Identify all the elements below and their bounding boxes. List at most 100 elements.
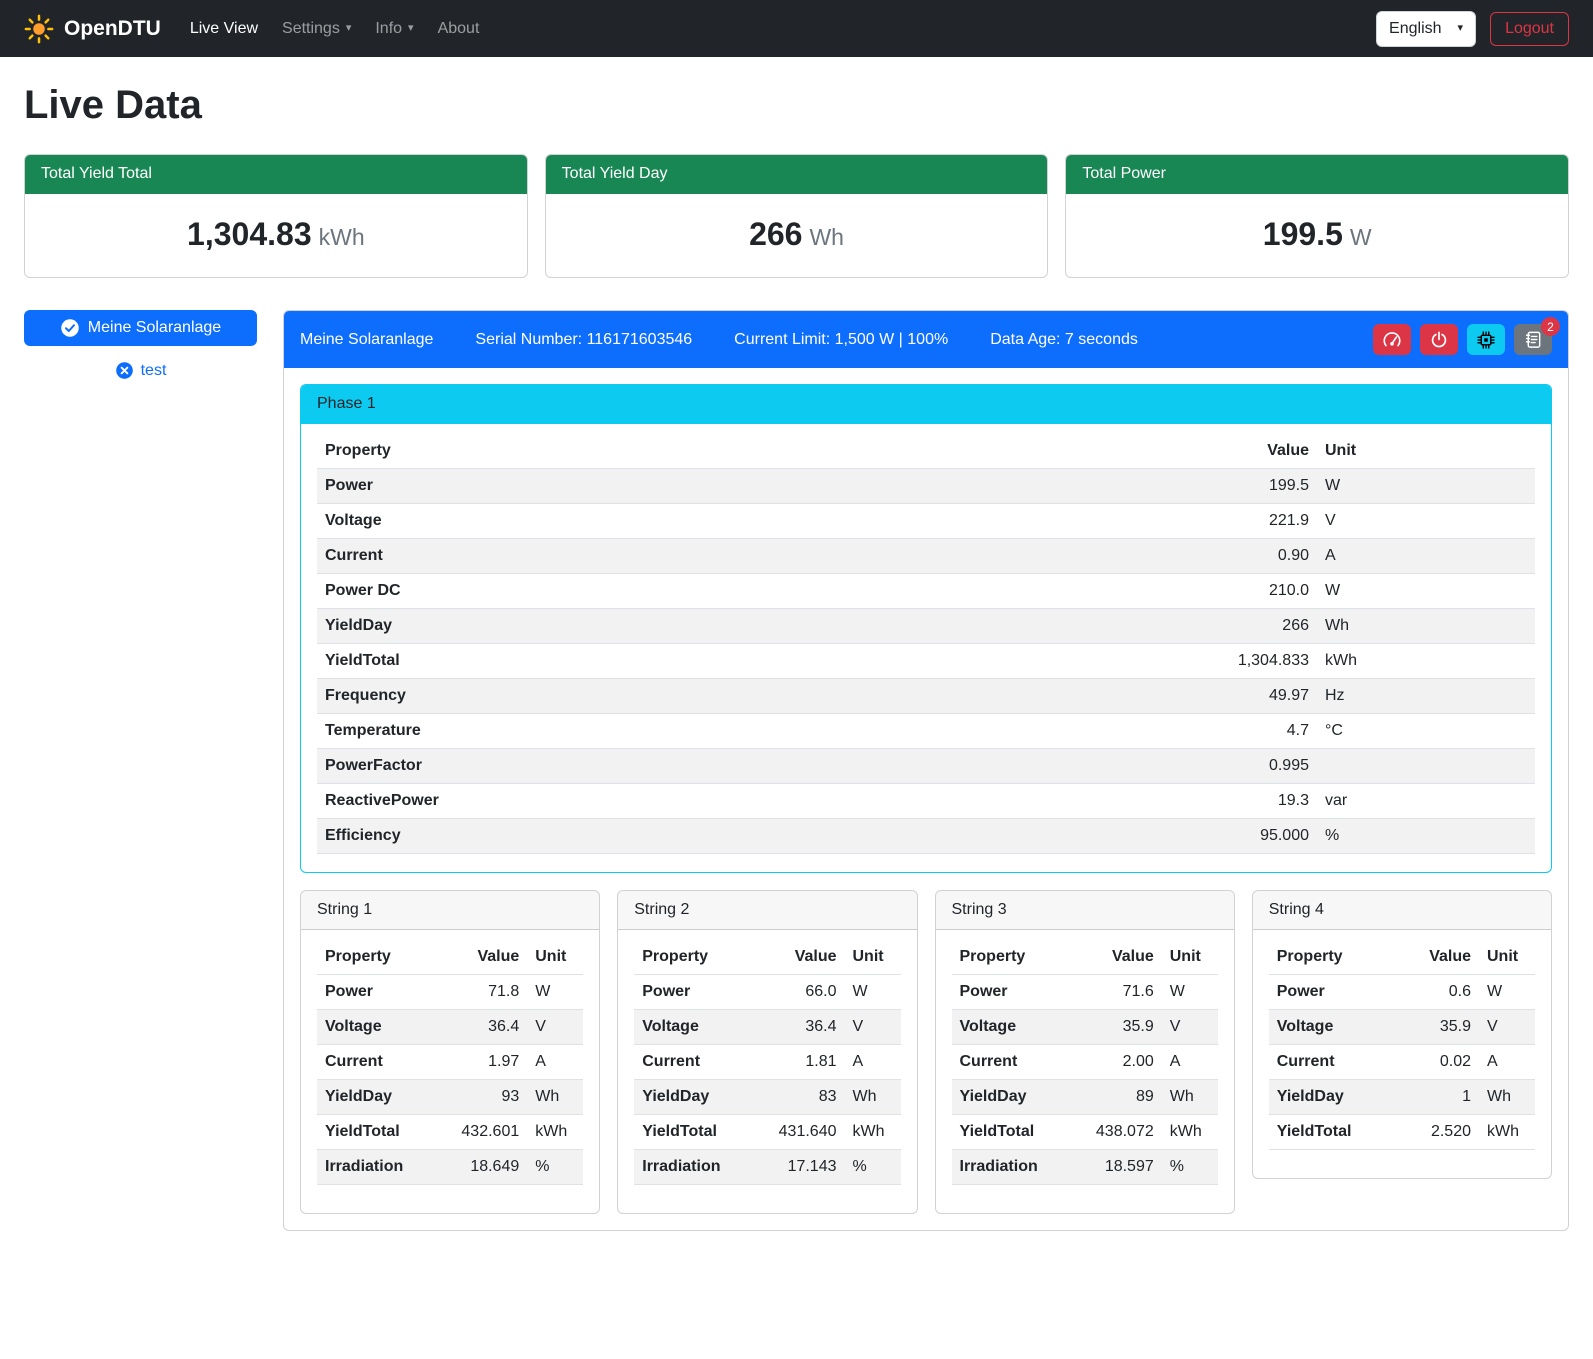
row-value: 1,304.833 bbox=[1207, 644, 1317, 679]
column-value: Value bbox=[750, 940, 845, 975]
table-row: Power71.8W bbox=[317, 975, 583, 1010]
logout-button[interactable]: Logout bbox=[1490, 12, 1569, 46]
inverter-name: Meine Solaranlage bbox=[300, 331, 433, 349]
row-unit: V bbox=[1317, 504, 1535, 539]
row-value: 83 bbox=[750, 1080, 845, 1115]
row-unit: kWh bbox=[845, 1115, 901, 1150]
main-content: Live Data Total Yield Total 1,304.83kWh … bbox=[0, 57, 1593, 1259]
table-row: YieldTotal2.520kWh bbox=[1269, 1115, 1535, 1150]
table-row: YieldDay93Wh bbox=[317, 1080, 583, 1115]
table-row: Current1.97A bbox=[317, 1045, 583, 1080]
row-unit: kWh bbox=[1479, 1115, 1535, 1150]
nav-about[interactable]: About bbox=[427, 12, 491, 46]
table-row: Irradiation18.597% bbox=[952, 1150, 1218, 1185]
string-card-title: String 4 bbox=[1253, 891, 1551, 930]
string-4-table: Property Value Unit Power0.6WVoltage35.9… bbox=[1269, 940, 1535, 1150]
row-property: YieldTotal bbox=[317, 1115, 432, 1150]
row-property: Irradiation bbox=[634, 1150, 749, 1185]
nav-info[interactable]: Info ▾ bbox=[364, 12, 424, 46]
row-property: Frequency bbox=[317, 679, 1207, 714]
inverter-button-test[interactable]: test bbox=[24, 361, 257, 380]
table-row: Temperature4.7°C bbox=[317, 714, 1535, 749]
language-value: English bbox=[1389, 20, 1441, 38]
inverter-label: test bbox=[141, 362, 167, 380]
string-card-title: String 3 bbox=[936, 891, 1234, 930]
table-row: Irradiation18.649% bbox=[317, 1150, 583, 1185]
brand-link[interactable]: OpenDTU bbox=[24, 14, 161, 44]
table-row: Voltage35.9V bbox=[1269, 1010, 1535, 1045]
power-toggle-button[interactable] bbox=[1420, 324, 1458, 355]
row-property: ReactivePower bbox=[317, 784, 1207, 819]
row-unit: Wh bbox=[1317, 609, 1535, 644]
cpu-icon bbox=[1476, 330, 1496, 350]
table-row: YieldTotal431.640kWh bbox=[634, 1115, 900, 1150]
row-unit: V bbox=[1162, 1010, 1218, 1045]
inverter-panel-header: Meine Solaranlage Serial Number: 1161716… bbox=[284, 311, 1568, 368]
column-property: Property bbox=[1269, 940, 1384, 975]
table-row: Power71.6W bbox=[952, 975, 1218, 1010]
nav-live-view[interactable]: Live View bbox=[179, 12, 269, 46]
inverter-panel: Meine Solaranlage Serial Number: 1161716… bbox=[283, 310, 1569, 1231]
row-property: YieldTotal bbox=[1269, 1115, 1384, 1150]
row-value: 1.81 bbox=[750, 1045, 845, 1080]
device-info-button[interactable] bbox=[1467, 324, 1505, 355]
total-yield-day-card: Total Yield Day 266Wh bbox=[545, 154, 1049, 278]
language-select[interactable]: English ▾ bbox=[1376, 11, 1476, 47]
row-property: Voltage bbox=[952, 1010, 1067, 1045]
chevron-down-icon: ▾ bbox=[346, 23, 352, 34]
limit-settings-button[interactable] bbox=[1373, 324, 1411, 355]
row-property: YieldTotal bbox=[952, 1115, 1067, 1150]
row-unit: W bbox=[1317, 469, 1535, 504]
row-property: Power bbox=[1269, 975, 1384, 1010]
event-log-button[interactable]: 2 bbox=[1514, 324, 1552, 355]
row-property: Current bbox=[1269, 1045, 1384, 1080]
table-row: YieldDay89Wh bbox=[952, 1080, 1218, 1115]
string-4-card: String 4 Property Value Unit bbox=[1252, 890, 1552, 1179]
row-unit: V bbox=[527, 1010, 583, 1045]
row-value: 0.6 bbox=[1384, 975, 1479, 1010]
table-row: Efficiency95.000% bbox=[317, 819, 1535, 854]
row-property: Current bbox=[634, 1045, 749, 1080]
row-property: Current bbox=[952, 1045, 1067, 1080]
row-unit: A bbox=[1317, 539, 1535, 574]
table-row: YieldTotal438.072kWh bbox=[952, 1115, 1218, 1150]
table-row: Frequency49.97Hz bbox=[317, 679, 1535, 714]
inverter-sidebar: Meine Solaranlage test bbox=[24, 310, 257, 380]
panel-icon-buttons: 2 bbox=[1373, 324, 1552, 355]
row-value: 266 bbox=[1207, 609, 1317, 644]
navbar-right: English ▾ Logout bbox=[1376, 11, 1569, 47]
string-2-table: Property Value Unit Power66.0WVoltage36.… bbox=[634, 940, 900, 1185]
check-circle-icon bbox=[60, 318, 80, 338]
row-value: 89 bbox=[1067, 1080, 1162, 1115]
current-limit: Current Limit: 1,500 W | 100% bbox=[734, 331, 948, 349]
table-row: Current2.00A bbox=[952, 1045, 1218, 1080]
row-value: 35.9 bbox=[1067, 1010, 1162, 1045]
summary-cards-row: Total Yield Total 1,304.83kWh Total Yiel… bbox=[24, 154, 1569, 278]
column-value: Value bbox=[432, 940, 527, 975]
table-row: ReactivePower19.3var bbox=[317, 784, 1535, 819]
row-value: 71.6 bbox=[1067, 975, 1162, 1010]
table-row: YieldDay266Wh bbox=[317, 609, 1535, 644]
table-row: PowerFactor0.995 bbox=[317, 749, 1535, 784]
row-unit: % bbox=[1162, 1150, 1218, 1185]
card-title: Total Yield Day bbox=[546, 155, 1048, 194]
row-unit: kWh bbox=[1317, 644, 1535, 679]
row-unit: W bbox=[845, 975, 901, 1010]
row-unit: kWh bbox=[1162, 1115, 1218, 1150]
row-value: 199.5 bbox=[1207, 469, 1317, 504]
chevron-down-icon: ▾ bbox=[408, 23, 414, 34]
total-yield-total-card: Total Yield Total 1,304.83kWh bbox=[24, 154, 528, 278]
card-value: 1,304.83kWh bbox=[25, 194, 527, 277]
total-power-card: Total Power 199.5W bbox=[1065, 154, 1569, 278]
journal-icon bbox=[1524, 330, 1543, 349]
inverter-button-meine-solaranlage[interactable]: Meine Solaranlage bbox=[24, 310, 257, 346]
string-card-title: String 1 bbox=[301, 891, 599, 930]
power-icon bbox=[1430, 331, 1448, 349]
phase-1-card: Phase 1 Property Value Unit P bbox=[300, 384, 1552, 873]
row-value: 18.597 bbox=[1067, 1150, 1162, 1185]
row-unit: W bbox=[1162, 975, 1218, 1010]
row-value: 2.00 bbox=[1067, 1045, 1162, 1080]
nav-settings[interactable]: Settings ▾ bbox=[271, 12, 362, 46]
column-unit: Unit bbox=[1162, 940, 1218, 975]
x-circle-icon bbox=[115, 361, 134, 380]
